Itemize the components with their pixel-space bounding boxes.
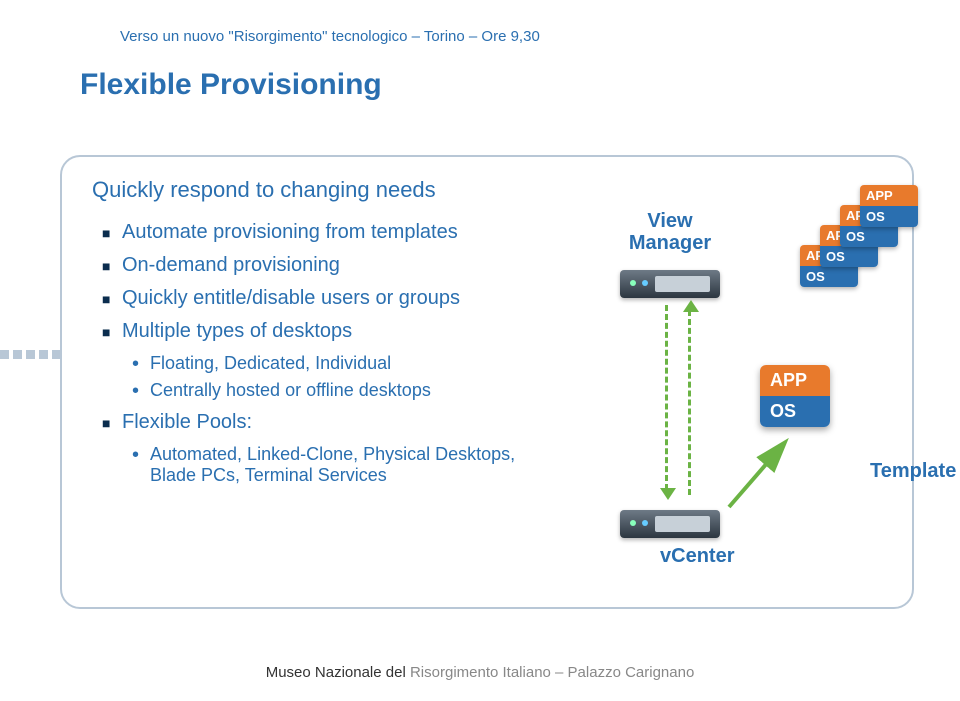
sub-floating: Floating, Dedicated, Individual xyxy=(132,353,562,374)
lead-text: Quickly respond to changing needs xyxy=(92,177,562,203)
solid-arrow-icon xyxy=(725,435,805,515)
dashed-arrow-icon xyxy=(688,310,691,495)
vcenter-label: vCenter xyxy=(660,545,734,568)
view-manager-label: View Manager xyxy=(620,210,720,254)
tile-os-label: OS xyxy=(760,396,830,427)
server-icon xyxy=(620,510,720,538)
tile-app-label: APP xyxy=(860,185,918,206)
vm-template-tile-icon: APP OS xyxy=(760,365,830,427)
tile-os-label: OS xyxy=(860,206,918,227)
template-label: Template xyxy=(870,460,956,483)
bullet-desktoptypes: Multiple types of desktops xyxy=(102,320,562,343)
bullet-entitle: Quickly entitle/disable users or groups xyxy=(102,287,562,310)
footer-right: Risorgimento Italiano – Palazzo Carignan… xyxy=(410,664,694,681)
dashed-arrow-icon xyxy=(665,305,668,490)
tile-os-label: OS xyxy=(840,226,898,247)
bullet-ondemand: On-demand provisioning xyxy=(102,254,562,277)
sub-automated: Automated, Linked-Clone, Physical Deskto… xyxy=(132,444,562,486)
vm-tile-icon: APP OS xyxy=(860,185,918,227)
footer-left: Museo Nazionale del xyxy=(266,664,410,681)
tile-os-label: OS xyxy=(820,246,878,267)
server-icon xyxy=(620,270,720,298)
tile-app-label: APP xyxy=(760,365,830,396)
bullet-automate: Automate provisioning from templates xyxy=(102,221,562,244)
tile-os-label: OS xyxy=(800,266,858,287)
bullet-list: Quickly respond to changing needs Automa… xyxy=(92,177,562,492)
bullet-pools: Flexible Pools: xyxy=(102,411,562,434)
page-title: Flexible Provisioning xyxy=(80,68,382,102)
header-breadcrumb: Verso un nuovo "Risorgimento" tecnologic… xyxy=(120,28,540,45)
sub-hosted: Centrally hosted or offline desktops xyxy=(132,380,562,401)
footer: Museo Nazionale del Risorgimento Italian… xyxy=(0,664,960,681)
vm-tile-stack: APP OS APP OS APP OS APP OS xyxy=(790,185,930,315)
